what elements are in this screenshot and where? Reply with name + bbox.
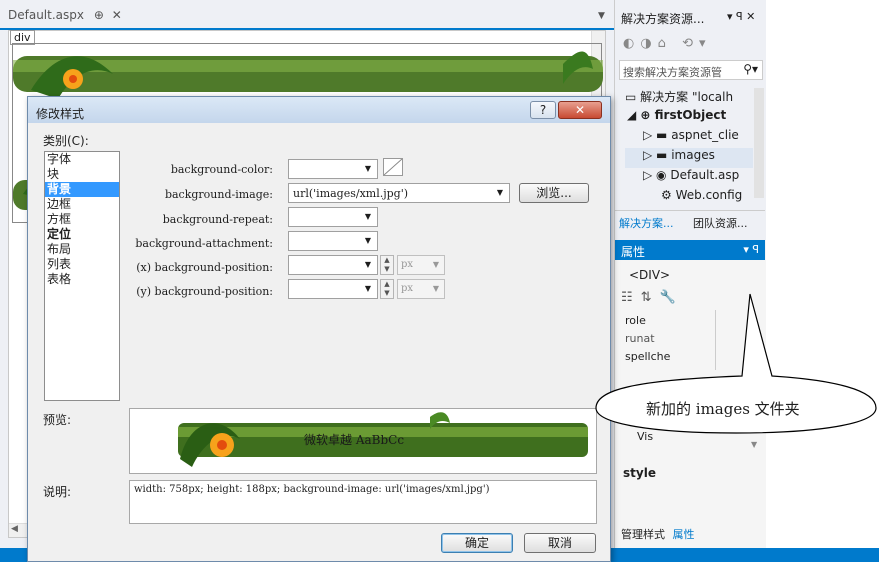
category-label: 类别(C):	[43, 134, 89, 148]
tree-item-project[interactable]: ◢ ⊕ firstObject	[625, 108, 753, 128]
tree-item-aspnet[interactable]: ▷ ▬ aspnet_clie	[625, 128, 753, 148]
close-button[interactable]: ✕	[558, 101, 602, 119]
preview-label: 预览:	[43, 413, 72, 427]
bg-image-value: url('images/xml.jpg')	[293, 187, 409, 200]
tab-team[interactable]: 团队资源...	[693, 215, 748, 231]
help-button[interactable]: ?	[530, 101, 556, 119]
preview-text: 微软卓越 AaBbCc	[304, 433, 405, 447]
modify-style-dialog: 修改样式 ? ✕ 类别(C): 字体 块 背景 边框 方框 定位 布局 列表 表…	[27, 96, 611, 562]
solution-search-box[interactable]: 搜索解决方案资源管 ⚲▾	[619, 60, 763, 80]
chevron-down-icon: ▼	[496, 188, 503, 197]
bg-color-select[interactable]: ▼	[288, 159, 378, 179]
bg-pos-x-select[interactable]: ▼	[288, 255, 378, 275]
bg-color-label: background-color:	[170, 163, 273, 176]
object-selector[interactable]: <DIV>	[621, 266, 761, 286]
callout-text: 新加的 images 文件夹	[646, 400, 800, 418]
bg-pos-y-label: (y) background-position:	[136, 285, 273, 298]
description-box: width: 758px; height: 188px; background-…	[129, 480, 597, 524]
tab-manage-styles[interactable]: 管理样式	[621, 528, 665, 541]
tree-item-default[interactable]: ▷ ◉ Default.asp	[625, 168, 753, 188]
chevron-down-icon: ▼	[364, 212, 371, 221]
chevron-down-icon: ▼	[364, 164, 371, 173]
bg-pos-x-spinner[interactable]: ▲ ▼	[380, 255, 394, 275]
tree-item-webconfig[interactable]: ⚙ Web.config	[625, 188, 753, 206]
tab-dropdown-icon[interactable]: ▼	[598, 11, 605, 21]
description-label: 说明:	[43, 485, 72, 499]
bg-repeat-label: background-repeat:	[162, 213, 273, 226]
search-placeholder: 搜索解决方案资源管	[623, 66, 722, 79]
browse-button[interactable]: 浏览...	[519, 183, 589, 203]
dialog-title: 修改样式	[36, 107, 85, 121]
tab-solution[interactable]: 解决方案...	[619, 215, 674, 231]
cancel-button[interactable]: 取消	[524, 533, 596, 553]
tree-item-images[interactable]: ▷ ▬ images	[625, 148, 753, 168]
tree-item-solution[interactable]: ▭ 解决方案 "localh	[625, 88, 753, 108]
preview-box: 微软卓越 AaBbCc	[129, 408, 597, 474]
scroll-down-icon[interactable]: ▼	[751, 440, 757, 449]
tree-scrollbar[interactable]	[754, 88, 764, 198]
globe-icon: ⊕	[640, 108, 651, 122]
chevron-down-icon: ▼	[432, 284, 439, 293]
bg-image-input[interactable]: url('images/xml.jpg') ▼	[288, 183, 510, 203]
bg-pos-x-label: (x) background-position:	[136, 261, 273, 274]
web-file-icon: ◉	[656, 168, 667, 182]
solution-icon: ▭	[625, 90, 637, 104]
tab-default-aspx[interactable]: Default.aspx ⊕ ✕	[8, 8, 122, 22]
bg-pos-x-unit[interactable]: px ▼	[397, 255, 445, 275]
bg-pos-y-spinner[interactable]: ▲ ▼	[380, 279, 394, 299]
tab-title: Default.aspx	[8, 8, 84, 22]
properties-title: 属性	[621, 245, 646, 259]
solution-tree: ▭ 解决方案 "localh ◢ ⊕ firstObject ▷ ▬ aspne…	[625, 88, 753, 206]
tab-properties[interactable]: 属性	[673, 528, 695, 541]
toolbar-nav-icons[interactable]: ◐◑⌂ ⟲▾	[623, 36, 712, 51]
bg-image-label: background-image:	[164, 188, 273, 201]
panel-tabs: 解决方案... 团队资源...	[615, 210, 765, 232]
color-swatch-icon	[383, 158, 403, 176]
close-icon[interactable]: ✕	[112, 8, 122, 22]
panel-controls[interactable]: ▾ ꟼ ✕	[727, 10, 755, 23]
solution-explorer-title: 解决方案资源...	[621, 12, 705, 26]
ok-button[interactable]: 确定	[441, 533, 513, 553]
bg-repeat-select[interactable]: ▼	[288, 207, 378, 227]
chevron-down-icon: ▼	[432, 260, 439, 269]
chevron-down-icon: ▼	[364, 260, 371, 269]
bg-pos-y-select[interactable]: ▼	[288, 279, 378, 299]
bg-pos-y-unit[interactable]: px ▼	[397, 279, 445, 299]
panel-controls[interactable]: ▾ ꟼ	[743, 243, 759, 256]
properties-title-bar: 属性 ▾ ꟼ	[615, 240, 765, 260]
config-icon: ⚙	[661, 188, 672, 202]
folder-icon: ▬	[656, 148, 668, 162]
bg-attachment-select[interactable]: ▼	[288, 231, 378, 251]
pin-icon[interactable]: ⊕	[94, 8, 104, 22]
bg-attachment-label: background-attachment:	[135, 237, 273, 250]
bottom-tabs: 管理样式 属性	[621, 526, 695, 542]
chevron-down-icon: ▼	[364, 236, 371, 245]
folder-icon: ▬	[656, 128, 668, 142]
solution-explorer-panel: 解决方案资源... ▾ ꟼ ✕ ◐◑⌂ ⟲▾ 搜索解决方案资源管 ⚲▾ ▭ 解决…	[614, 0, 766, 240]
color-picker-button[interactable]	[383, 158, 403, 176]
chevron-down-icon: ▼	[364, 284, 371, 293]
style-section: style	[623, 466, 656, 480]
search-icon[interactable]: ⚲▾	[743, 62, 758, 76]
dialog-titlebar[interactable]: 修改样式 ? ✕	[28, 97, 610, 123]
